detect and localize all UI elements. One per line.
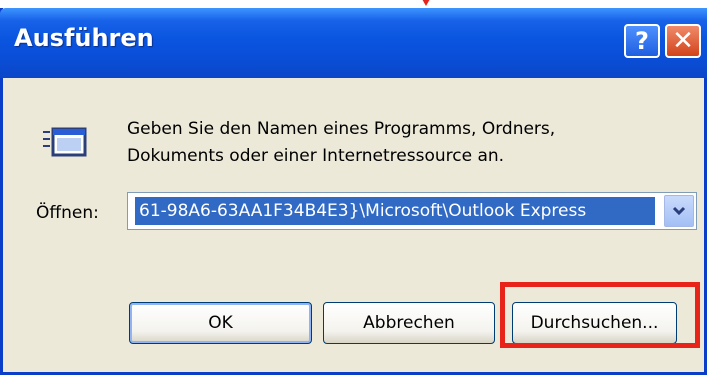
open-combobox[interactable]: 61-98A6-63AA1F34B4E3}\Microsoft\Outlook …: [127, 192, 697, 230]
instruction-line-2: Dokuments oder einer Internetressource a…: [127, 146, 505, 166]
dropdown-button[interactable]: [664, 195, 694, 227]
highlight-annotation: [500, 282, 700, 348]
red-arrow-annotation: [418, 0, 434, 6]
close-button[interactable]: ✕: [665, 24, 701, 58]
cancel-button[interactable]: Abbrechen: [323, 302, 495, 344]
close-icon: ✕: [672, 26, 694, 56]
instruction-text: Geben Sie den Namen eines Programms, Ord…: [127, 116, 687, 170]
chevron-down-icon: [672, 206, 686, 216]
run-program-icon: [43, 127, 87, 157]
open-input[interactable]: 61-98A6-63AA1F34B4E3}\Microsoft\Outlook …: [135, 197, 655, 225]
title-bar[interactable]: Ausführen ? ✕: [0, 8, 707, 78]
help-icon: ?: [635, 27, 649, 55]
open-label: Öffnen:: [36, 203, 99, 223]
instruction-line-1: Geben Sie den Namen eines Programms, Ord…: [127, 119, 556, 139]
help-button[interactable]: ?: [624, 24, 660, 58]
window-title: Ausführen: [14, 24, 154, 52]
ok-button[interactable]: OK: [129, 302, 312, 344]
